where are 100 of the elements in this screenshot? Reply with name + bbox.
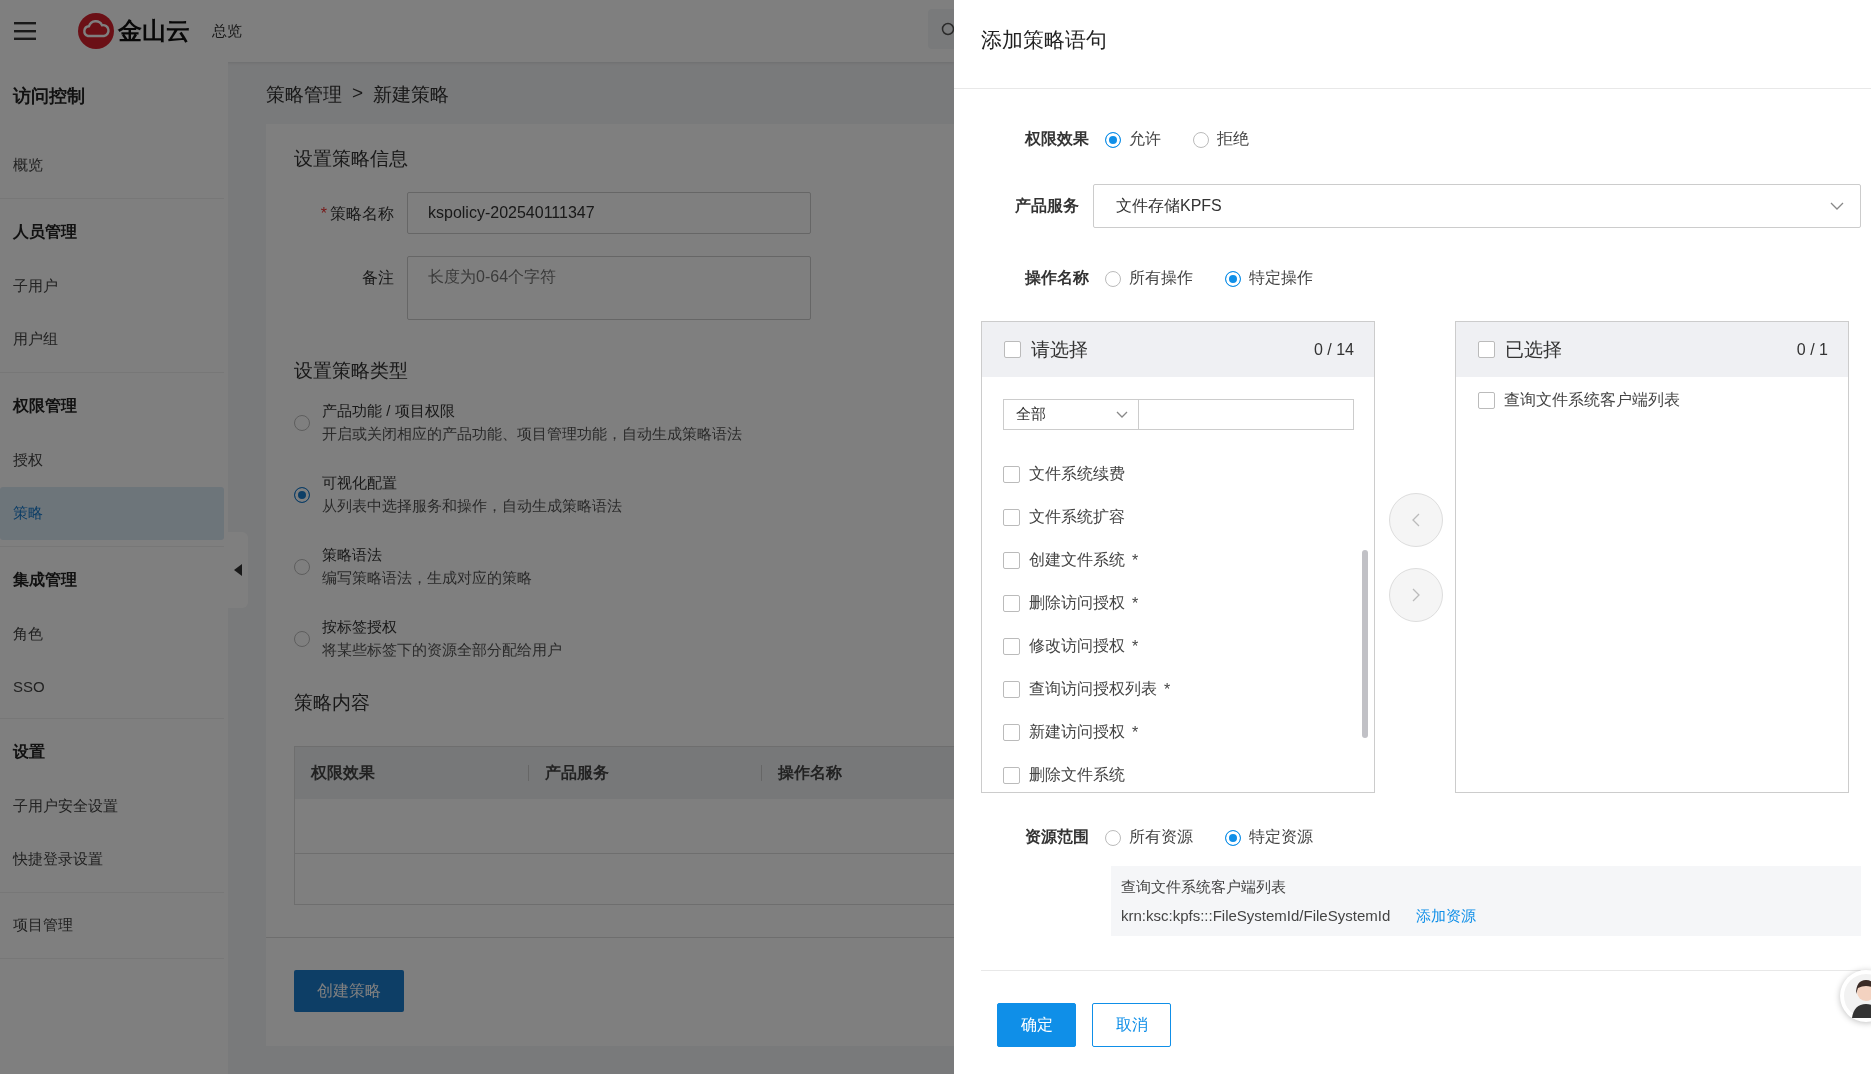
add-resource-link[interactable]: 添加资源 [1416, 907, 1477, 926]
field-label: 备注 [362, 269, 394, 286]
sidebar-item[interactable]: 快捷登录设置 [0, 833, 224, 886]
required-mark: * [1164, 680, 1171, 699]
checkbox[interactable] [1478, 341, 1495, 358]
breadcrumb-separator: > [352, 82, 364, 105]
radio-button[interactable] [1105, 270, 1121, 287]
checkbox[interactable] [1478, 391, 1495, 409]
column-header: 权限效果 [309, 765, 376, 781]
field-label: 权限效果 [1023, 129, 1090, 149]
sidebar-item[interactable]: 子用户安全设置 [0, 780, 224, 833]
move-right-button[interactable] [1389, 567, 1443, 622]
checkbox[interactable] [1003, 767, 1020, 784]
confirm-button[interactable]: 确定 [997, 1003, 1076, 1047]
resource-name: 查询文件系统客户端列表 [1121, 878, 1287, 897]
breadcrumb-link[interactable]: 策略管理 [266, 82, 342, 108]
field-label: 产品服务 [1014, 195, 1080, 216]
collapse-handle[interactable] [228, 532, 248, 608]
radio-button[interactable] [294, 487, 310, 503]
radio-button[interactable] [1105, 829, 1121, 846]
sidebar-heading: 人员管理 [12, 222, 78, 242]
sidebar-item[interactable]: 策略 [0, 487, 224, 540]
radio-button[interactable] [294, 415, 310, 431]
action-label: 修改访问授权 [1029, 636, 1125, 656]
chevron-down-icon [1116, 411, 1128, 418]
cancel-button[interactable]: 取消 [1092, 1003, 1171, 1047]
menu-icon[interactable] [14, 22, 36, 40]
chevron-right-icon [1412, 587, 1420, 602]
sidebar-title: 访问控制 [11, 85, 86, 108]
radio-button[interactable] [1225, 829, 1241, 846]
sidebar-item[interactable]: 概览 [0, 139, 224, 192]
radio-button[interactable] [1105, 131, 1121, 148]
action-label: 查询访问授权列表 [1029, 679, 1157, 699]
note-field[interactable]: 长度为0-64个字符 [407, 256, 811, 320]
filter-field[interactable] [1139, 399, 1354, 430]
panel-title: 请选择 [1031, 337, 1089, 362]
radio-button[interactable] [294, 559, 310, 575]
sidebar-item[interactable]: 用户组 [0, 313, 224, 366]
option-title: 可视化配置 [322, 474, 398, 493]
checkbox[interactable] [1003, 681, 1020, 698]
radio-button[interactable] [1193, 131, 1209, 148]
section-title: 设置策略信息 [294, 147, 409, 171]
action-label: 文件系统续费 [1029, 464, 1125, 484]
sidebar-item[interactable]: 授权 [0, 434, 224, 487]
scrollbar-thumb[interactable] [1362, 550, 1368, 738]
checkbox[interactable] [1004, 341, 1021, 358]
sidebar-heading: 设置 [11, 742, 46, 762]
chevron-left-icon [1412, 512, 1420, 527]
option-title: 策略语法 [322, 546, 383, 565]
checkbox[interactable] [1003, 595, 1020, 612]
search-icon [940, 22, 954, 36]
option-title: 产品功能 / 项目权限 [322, 402, 456, 421]
checkbox[interactable] [1003, 638, 1020, 655]
sidebar-item[interactable]: 子用户 [0, 260, 224, 313]
policy-name-field[interactable]: kspolicy-202540111347 [407, 192, 811, 234]
column-header: 产品服务 [527, 765, 762, 781]
option-description: 编写策略语法，生成对应的策略 [322, 569, 532, 588]
nav-link[interactable]: 总览 [212, 21, 242, 41]
field-label: 资源范围 [1024, 827, 1090, 847]
product-select[interactable]: 文件存储KPFS [1093, 184, 1861, 228]
breadcrumb-current: 新建策略 [373, 83, 450, 107]
required-mark: * [1132, 723, 1139, 742]
item-count: 0 / 14 [1313, 340, 1354, 359]
sidebar-heading: 集成管理 [12, 570, 78, 590]
radio-label: 所有操作 [1129, 268, 1193, 288]
option-title: 按标签授权 [322, 618, 398, 637]
field-label: 操作名称 [1023, 268, 1090, 288]
drawer-title: 添加策略语句 [954, 0, 1871, 89]
filter-select[interactable]: 全部 [1003, 399, 1139, 430]
move-left-button[interactable] [1389, 492, 1443, 547]
section-title: 策略内容 [294, 691, 371, 715]
sidebar-heading: 权限管理 [11, 396, 78, 416]
resource-arn: krn:ksc:kpfs:::FileSystemId/FileSystemId [1121, 907, 1391, 926]
action-label: 创建文件系统 [1029, 550, 1125, 570]
option-description: 从列表中选择服务和操作，自动生成策略语法 [322, 497, 622, 516]
panel-title: 已选择 [1505, 337, 1563, 362]
chevron-down-icon [1830, 202, 1844, 210]
logo-text[interactable]: 金山云 [118, 15, 190, 47]
sidebar-item[interactable]: 角色 [0, 608, 224, 661]
cloud-logo-icon [78, 13, 114, 49]
option-description: 开启或关闭相应的产品功能、项目管理功能，自动生成策略语法 [322, 425, 742, 444]
sidebar-item[interactable]: 项目管理 [0, 899, 224, 952]
create-policy-button[interactable]: 创建策略 [294, 970, 404, 1012]
checkbox[interactable] [1003, 509, 1020, 526]
checkbox[interactable] [1003, 724, 1020, 741]
required-mark: * [320, 205, 327, 222]
action-label: 删除访问授权 [1029, 593, 1125, 613]
sidebar-item[interactable]: SSO [0, 661, 224, 712]
action-label: 文件系统扩容 [1029, 507, 1125, 527]
action-label: 查询文件系统客户端列表 [1504, 389, 1680, 410]
radio-label: 特定资源 [1249, 827, 1313, 847]
radio-label: 允许 [1129, 129, 1161, 149]
checkbox[interactable] [1003, 552, 1020, 569]
item-count: 0 / 1 [1796, 340, 1828, 359]
radio-button[interactable] [1225, 270, 1241, 287]
action-label: 新建访问授权 [1029, 722, 1125, 742]
checkbox[interactable] [1003, 466, 1020, 483]
radio-label: 特定操作 [1249, 268, 1313, 288]
radio-button[interactable] [294, 631, 310, 647]
option-description: 将某些标签下的资源全部分配给用户 [322, 641, 562, 660]
